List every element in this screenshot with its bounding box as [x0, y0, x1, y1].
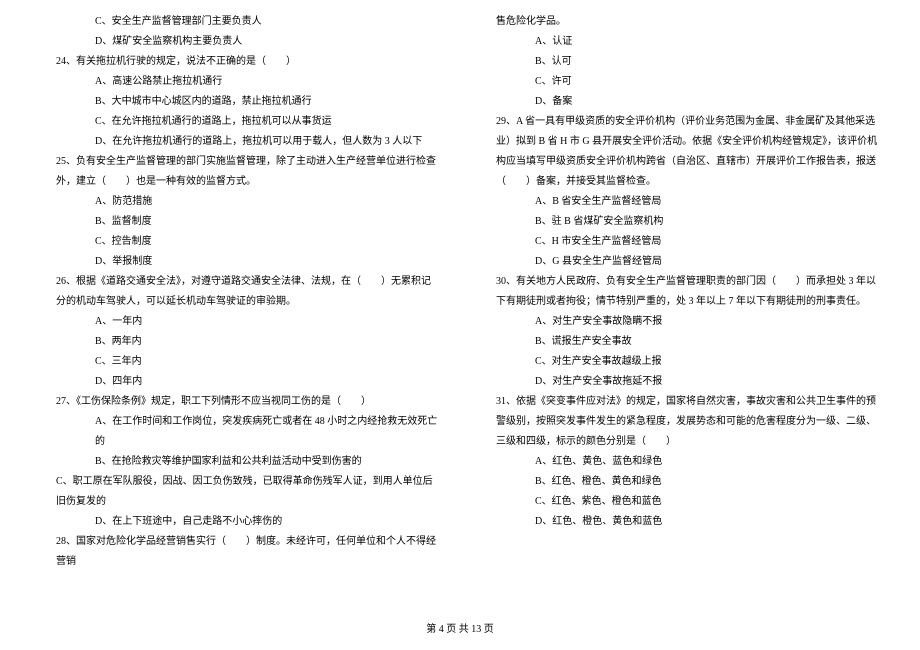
- option-text: A、一年内: [40, 312, 440, 332]
- option-text: B、大中城市中心城区内的道路，禁止拖拉机通行: [40, 92, 440, 112]
- option-text: C、H 市安全生产监督经管局: [480, 232, 880, 252]
- right-column: 售危险化学品。 A、认证 B、认可 C、许可 D、备案 29、A 省一具有甲级资…: [480, 12, 880, 602]
- option-text: C、职工原在军队服役，因战、因工负伤致残，已取得革命伤残军人证，到用人单位后旧伤…: [40, 472, 440, 512]
- option-text: D、对生产安全事故拖延不报: [480, 372, 880, 392]
- option-text: D、G 县安全生产监督经管局: [480, 252, 880, 272]
- option-text: C、在允许拖拉机通行的道路上，拖拉机可以从事货运: [40, 112, 440, 132]
- option-text: A、B 省安全生产监督经管局: [480, 192, 880, 212]
- option-text: C、控告制度: [40, 232, 440, 252]
- question-25: 25、负有安全生产监督管理的部门实施监督管理，除了主动进入生产经营单位进行检查外…: [40, 152, 440, 192]
- option-text: A、在工作时间和工作岗位，突发疾病死亡或者在 48 小时之内经抢救无效死亡的: [40, 412, 440, 452]
- option-text: D、备案: [480, 92, 880, 112]
- option-text: D、在允许拖拉机通行的道路上，拖拉机可以用于载人，但人数为 3 人以下: [40, 132, 440, 152]
- option-text: B、监督制度: [40, 212, 440, 232]
- option-text: D、在上下班途中，自己走路不小心摔伤的: [40, 512, 440, 532]
- question-30: 30、有关地方人民政府、负有安全生产监督管理职责的部门因（ ）而承担处 3 年以…: [480, 272, 880, 312]
- option-text: D、煤矿安全监察机构主要负责人: [40, 32, 440, 52]
- option-text: C、红色、紫色、橙色和蓝色: [480, 492, 880, 512]
- option-text: B、红色、橙色、黄色和绿色: [480, 472, 880, 492]
- option-text: A、防范措施: [40, 192, 440, 212]
- option-text: D、举报制度: [40, 252, 440, 272]
- question-24: 24、有关拖拉机行驶的规定，说法不正确的是（ ）: [40, 52, 440, 72]
- option-text: C、三年内: [40, 352, 440, 372]
- question-29: 29、A 省一具有甲级资质的安全评价机构（评价业务范围为金属、非金属矿及其他采选…: [480, 112, 880, 192]
- option-text: B、认可: [480, 52, 880, 72]
- option-text: B、在抢险救灾等维护国家利益和公共利益活动中受到伤害的: [40, 452, 440, 472]
- left-column: C、安全生产监督管理部门主要负责人 D、煤矿安全监察机构主要负责人 24、有关拖…: [40, 12, 440, 602]
- question-31: 31、依据《突变事件应对法》的规定，国家将自然灾害，事故灾害和公共卫生事件的预警…: [480, 392, 880, 452]
- option-text: B、谎报生产安全事故: [480, 332, 880, 352]
- option-text: A、高速公路禁止拖拉机通行: [40, 72, 440, 92]
- option-text: C、许可: [480, 72, 880, 92]
- page-container: C、安全生产监督管理部门主要负责人 D、煤矿安全监察机构主要负责人 24、有关拖…: [40, 12, 880, 602]
- question-28-cont: 售危险化学品。: [480, 12, 880, 32]
- option-text: C、对生产安全事故越级上报: [480, 352, 880, 372]
- option-text: B、两年内: [40, 332, 440, 352]
- option-text: D、四年内: [40, 372, 440, 392]
- page-footer: 第 4 页 共 13 页: [0, 620, 920, 640]
- question-27: 27、《工伤保险条例》规定，职工下列情形不应当视同工伤的是（ ）: [40, 392, 440, 412]
- option-text: A、红色、黄色、蓝色和绿色: [480, 452, 880, 472]
- option-text: A、认证: [480, 32, 880, 52]
- option-text: C、安全生产监督管理部门主要负责人: [40, 12, 440, 32]
- question-28: 28、国家对危险化学品经营销售实行（ ）制度。未经许可，任何单位和个人不得经营销: [40, 532, 440, 572]
- option-text: D、红色、橙色、黄色和蓝色: [480, 512, 880, 532]
- option-text: A、对生产安全事故隐瞒不报: [480, 312, 880, 332]
- option-text: B、驻 B 省煤矿安全监察机构: [480, 212, 880, 232]
- question-26: 26、根据《道路交通安全法》，对遵守道路交通安全法律、法规，在（ ）无累积记分的…: [40, 272, 440, 312]
